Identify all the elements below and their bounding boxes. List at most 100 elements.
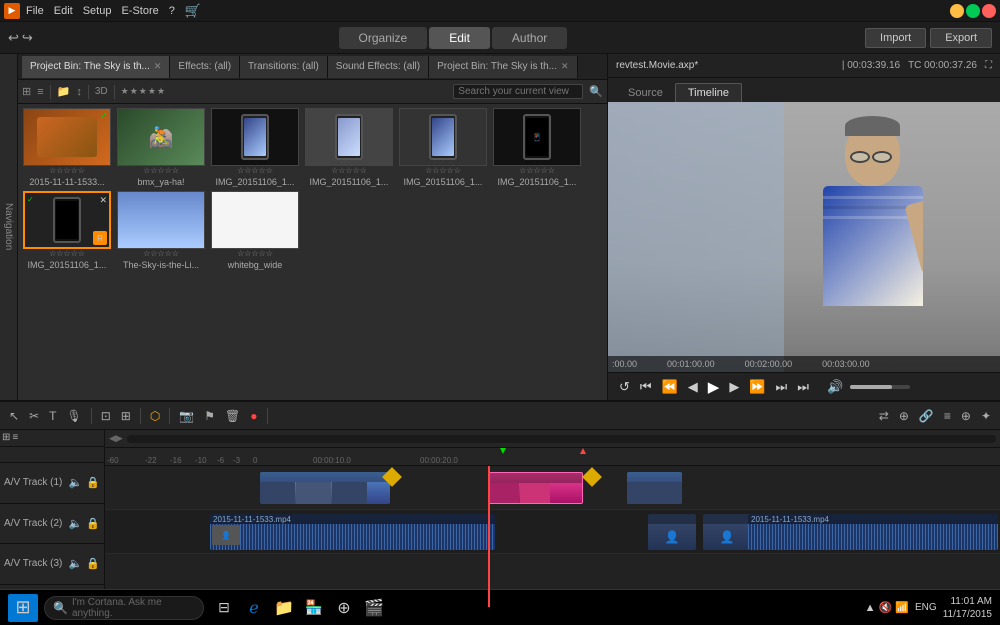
tab-close-icon[interactable]: ✕ (154, 61, 162, 72)
close-button[interactable] (982, 4, 996, 18)
clip-track1-2-selected[interactable] (488, 472, 583, 504)
export-button[interactable]: Export (930, 28, 992, 48)
clip-track1-3[interactable] (627, 472, 682, 504)
media-thumb[interactable] (399, 108, 487, 166)
list-item[interactable]: 📱 ☆☆☆☆☆ IMG_20151106_1... (492, 108, 582, 187)
list-item[interactable]: ☆☆☆☆☆ IMG_20151106_1... (210, 108, 300, 187)
minimize-button[interactable] (950, 4, 964, 18)
remove-icon[interactable]: ✕ (99, 195, 107, 206)
media-thumb[interactable]: 📱 (493, 108, 581, 166)
view-list-icon[interactable]: ≡ (37, 86, 43, 98)
view-grid-icon[interactable]: ⊞ (22, 85, 31, 98)
media-tab-project-bin2[interactable]: Project Bin: The Sky is th... ✕ (429, 56, 577, 78)
search-icon[interactable]: 🔍 (589, 85, 603, 98)
tab-organize[interactable]: Organize (339, 27, 428, 49)
list-item[interactable]: 🚵 ☆☆☆☆☆ bmx_ya-ha! (116, 108, 206, 187)
rewind-icon[interactable]: ↺ (616, 379, 633, 395)
media-thumb[interactable] (211, 191, 299, 249)
track-mute-icon-2[interactable]: 🔈 (69, 517, 83, 530)
right-tools-5[interactable]: ⊕ (958, 409, 974, 423)
track-mute-icon-3[interactable]: 🔈 (69, 557, 83, 570)
folder-icon[interactable]: 📁 (57, 85, 71, 98)
tab-close-icon2[interactable]: ✕ (561, 61, 569, 72)
right-tools-3[interactable]: 🔗 (916, 409, 937, 423)
maximize-button[interactable] (966, 4, 980, 18)
tool-grid[interactable]: ⊡ (98, 409, 114, 423)
menu-estore[interactable]: E-Store (121, 5, 158, 17)
tab-source[interactable]: Source (616, 84, 675, 102)
undo-button[interactable]: ↩ (8, 30, 19, 46)
list-item[interactable]: ☆☆☆☆☆ IMG_20151106_1... (304, 108, 394, 187)
media-tab-effects[interactable]: Effects: (all) (170, 56, 240, 78)
clip-track2-2[interactable]: 👤 (648, 514, 696, 550)
nav-sidebar[interactable]: Navigation (0, 54, 18, 400)
star-rating-filter[interactable]: ★★★★★ (121, 86, 165, 97)
next-frame-button[interactable]: ⏭ (773, 379, 791, 395)
tool-multi[interactable]: ⊞ (118, 409, 134, 423)
clip-track1-1[interactable] (260, 472, 390, 504)
list-item[interactable]: ✓ ☆☆☆☆☆ 2015-11-11-1533... (22, 108, 112, 187)
list-item[interactable]: ✓ ✕ R ☆☆☆☆☆ IMG_20151106_1... (22, 191, 112, 270)
media-thumb[interactable] (117, 191, 205, 249)
tool-snapshots[interactable]: 📷 (176, 409, 197, 423)
track-mute-icon[interactable]: 🔈 (69, 476, 83, 489)
clip-track2-main2[interactable]: 2015-11-11-1533.mp4 (748, 514, 998, 550)
fullscreen-icon[interactable]: ⛶ (985, 60, 992, 71)
timeline-scroll[interactable] (127, 435, 996, 443)
media-tab-project-bin[interactable]: Project Bin: The Sky is th... ✕ (22, 56, 170, 78)
zoom-icon[interactable]: ⊞ (2, 432, 10, 443)
chrome-icon[interactable]: ⊕ (332, 596, 356, 620)
list-item[interactable]: ☆☆☆☆☆ whitebg_wide (210, 191, 300, 270)
step-fwd-button[interactable]: ▶ (726, 379, 742, 395)
track-lock-icon-2[interactable]: 🔒 (86, 517, 100, 530)
right-tools-1[interactable]: ⇄ (876, 409, 892, 423)
tool-text[interactable]: T (46, 409, 59, 423)
media-thumb[interactable] (305, 108, 393, 166)
media-thumb[interactable] (211, 108, 299, 166)
store-icon[interactable]: 🏪 (302, 596, 326, 620)
tool-markers[interactable]: ⚑ (201, 409, 218, 423)
media-thumb-selected[interactable]: ✓ ✕ R (23, 191, 111, 249)
search-input[interactable] (453, 84, 583, 99)
clip-track2-main[interactable]: 2015-11-11-1533.mp4 👤 (210, 514, 495, 550)
play-button[interactable]: ▶ (705, 378, 723, 396)
taskbar-search[interactable]: 🔍 I'm Cortana. Ask me anything. (44, 596, 204, 620)
right-tools-6[interactable]: ✦ (978, 409, 994, 423)
list-icon[interactable]: ≡ (12, 432, 18, 443)
step-back-button[interactable]: ◀ (685, 379, 701, 395)
clip-track2-3[interactable]: 👤 (703, 514, 751, 550)
taskview-icon[interactable]: ⊟ (212, 596, 236, 620)
prev-frame-button[interactable]: ⏮ (637, 379, 655, 395)
volume-slider[interactable] (850, 385, 910, 389)
media-tab-transitions[interactable]: Transitions: (all) (240, 56, 328, 78)
start-button[interactable]: ⊞ (8, 594, 38, 622)
media-thumb[interactable]: ✓ (23, 108, 111, 166)
tab-author[interactable]: Author (492, 27, 567, 49)
track-lock-icon[interactable]: 🔒 (86, 476, 100, 489)
tool-effect[interactable]: ⬡ (147, 409, 163, 423)
menu-file[interactable]: File (26, 5, 44, 17)
media-tab-sound[interactable]: Sound Effects: (all) (328, 56, 429, 78)
tool-select[interactable]: ↖ (6, 409, 22, 423)
list-item[interactable]: ☆☆☆☆☆ IMG_20151106_1... (398, 108, 488, 187)
volume-icon[interactable]: 🔊 (824, 379, 846, 395)
file-explorer-icon[interactable]: 📁 (272, 596, 296, 620)
redo-button[interactable]: ↪ (22, 30, 33, 46)
sort-icon[interactable]: ↕ (76, 86, 82, 98)
end-button[interactable]: ⏭ (794, 379, 812, 395)
list-item[interactable]: ☆☆☆☆☆ The-Sky-is-the-Li... (116, 191, 206, 270)
prev-button[interactable]: ⏪ (659, 379, 681, 395)
tool-delete[interactable]: 🗑 (222, 409, 243, 423)
right-tools-2[interactable]: ⊕ (896, 409, 912, 423)
tool-audio[interactable]: 🎙 (63, 409, 84, 423)
right-tools-4[interactable]: ≡ (941, 409, 954, 423)
tab-timeline[interactable]: Timeline (675, 83, 742, 102)
tool-red-circle[interactable]: ● (247, 409, 260, 423)
menu-setup[interactable]: Setup (83, 5, 112, 17)
media-thumb[interactable]: 🚵 (117, 108, 205, 166)
menu-edit[interactable]: Edit (54, 5, 73, 17)
menu-bar[interactable]: File Edit Setup E-Store ? (26, 5, 175, 17)
next-button[interactable]: ⏩ (746, 379, 768, 395)
app-icon-2[interactable]: 🎬 (362, 596, 386, 620)
tool-cut[interactable]: ✂ (26, 409, 42, 423)
